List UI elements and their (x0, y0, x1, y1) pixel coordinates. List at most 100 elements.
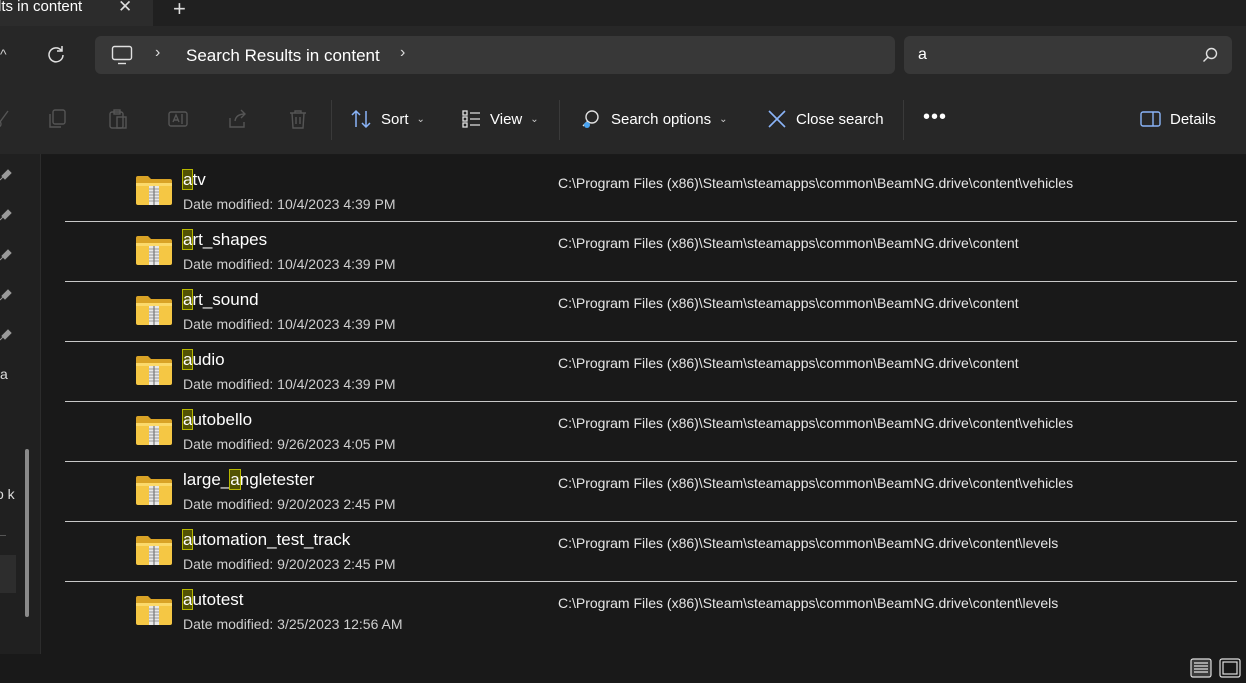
view-label: View (490, 110, 523, 128)
details-pane-button[interactable]: Details (1140, 106, 1216, 132)
list-item[interactable]: art_sound Date modified: 10/4/2023 4:39 … (65, 282, 1237, 342)
file-path: C:\Program Files (x86)\Steam\steamapps\c… (558, 475, 1074, 491)
search-input[interactable]: a (904, 36, 1232, 74)
file-name: art_sound (181, 289, 259, 310)
new-tab-button[interactable]: + (173, 0, 186, 22)
date-modified: Date modified: 9/20/2023 2:45 PM (183, 496, 395, 512)
date-modified: Date modified: 10/4/2023 4:39 PM (183, 256, 395, 272)
navigation-pane: a o k (0, 154, 41, 654)
date-modified: Date modified: 10/4/2023 4:39 PM (183, 196, 395, 212)
file-name-part: utobello (192, 410, 253, 429)
date-modified-label: Date modified: (183, 616, 274, 632)
date-modified-label: Date modified: (183, 196, 274, 212)
list-item[interactable]: atv Date modified: 10/4/2023 4:39 PM C:\… (65, 162, 1237, 222)
close-search-label: Close search (796, 110, 884, 128)
breadcrumb-chevron-icon[interactable]: › (155, 44, 160, 62)
date-modified-value: 10/4/2023 4:39 PM (277, 256, 396, 272)
zipped-folder-icon (135, 534, 173, 571)
date-modified-label: Date modified: (183, 256, 274, 272)
file-name: large_angletester (183, 469, 315, 490)
zipped-folder-icon (135, 294, 173, 331)
date-modified-value: 10/4/2023 4:39 PM (277, 376, 396, 392)
up-button[interactable]: ^ (0, 46, 7, 62)
cut-icon[interactable] (0, 108, 14, 130)
tab-strip: lts in content ✕ + (0, 0, 1246, 26)
command-bar: Sort ⌄ View ⌄ Search options ⌄ Close sea… (0, 84, 1246, 155)
pin-icon (0, 169, 12, 181)
list-item[interactable]: autotest Date modified: 3/25/2023 12:56 … (65, 582, 1237, 641)
date-modified-label: Date modified: (183, 376, 274, 392)
details-label: Details (1170, 110, 1216, 128)
file-path: C:\Program Files (x86)\Steam\steamapps\c… (558, 355, 1019, 371)
date-modified: Date modified: 10/4/2023 4:39 PM (183, 376, 395, 392)
file-list: atv Date modified: 10/4/2023 4:39 PM C:\… (65, 162, 1237, 641)
status-bar (0, 654, 1246, 682)
toolbar-separator (903, 100, 904, 140)
pin-icon (0, 209, 12, 221)
sort-button[interactable]: Sort ⌄ (350, 106, 425, 132)
nav-item-label[interactable]: o k (0, 486, 15, 502)
toolbar-separator (331, 100, 332, 140)
file-name-part: ngletester (239, 470, 315, 489)
pin-icon (0, 329, 12, 341)
sort-label: Sort (381, 110, 409, 128)
delete-icon[interactable] (287, 108, 309, 130)
file-name: art_shapes (181, 229, 268, 250)
list-item[interactable]: large_angletester Date modified: 9/20/20… (65, 462, 1237, 522)
file-name-part: utotest (192, 590, 244, 609)
chevron-down-icon: ⌄ (719, 113, 728, 125)
breadcrumb-chevron-icon[interactable]: › (400, 44, 405, 62)
file-name-part: large_ (183, 470, 231, 489)
date-modified-label: Date modified: (183, 556, 274, 572)
list-item[interactable]: autobello Date modified: 9/26/2023 4:05 … (65, 402, 1237, 462)
tab-search-results[interactable]: lts in content ✕ (0, 0, 153, 26)
address-bar[interactable]: › Search Results in content › (95, 36, 895, 74)
date-modified-value: 9/20/2023 2:45 PM (277, 496, 396, 512)
date-modified-label: Date modified: (183, 496, 274, 512)
close-search-button[interactable]: Close search (767, 106, 884, 132)
refresh-icon[interactable] (46, 44, 66, 69)
details-pane-icon (1140, 111, 1161, 127)
nav-item-label[interactable]: a (0, 366, 8, 382)
list-item[interactable]: automation_test_track Date modified: 9/2… (65, 522, 1237, 582)
share-icon[interactable] (227, 108, 249, 130)
file-name: atv (181, 169, 206, 190)
paste-icon[interactable] (107, 108, 129, 130)
date-modified: Date modified: 9/20/2023 2:45 PM (183, 556, 395, 572)
date-modified-value: 9/20/2023 2:45 PM (277, 556, 396, 572)
search-options-label: Search options (611, 110, 712, 128)
date-modified: Date modified: 3/25/2023 12:56 AM (183, 616, 403, 632)
file-name-part: tv (192, 170, 206, 189)
date-modified-value: 10/4/2023 4:39 PM (277, 316, 396, 332)
file-name-part: rt_shapes (192, 230, 268, 249)
search-icon[interactable] (1202, 47, 1218, 68)
address-row: ^ › Search Results in content › a (0, 26, 1246, 84)
tab-title: lts in content (0, 0, 83, 15)
list-item[interactable]: art_shapes Date modified: 10/4/2023 4:39… (65, 222, 1237, 282)
breadcrumb[interactable]: Search Results in content (186, 46, 380, 66)
search-options-icon (582, 110, 599, 128)
view-button[interactable]: View ⌄ (461, 106, 539, 132)
toolbar-separator (559, 100, 560, 140)
rename-icon[interactable] (167, 108, 189, 130)
more-options-button[interactable]: ••• (923, 106, 947, 129)
zipped-folder-icon (135, 594, 173, 631)
list-item[interactable]: audio Date modified: 10/4/2023 4:39 PM C… (65, 342, 1237, 402)
nav-item-selected[interactable] (0, 555, 16, 593)
nav-scrollbar[interactable] (25, 449, 29, 617)
file-path: C:\Program Files (x86)\Steam\steamapps\c… (558, 295, 1019, 311)
file-path: C:\Program Files (x86)\Steam\steamapps\c… (558, 235, 1019, 251)
zipped-folder-icon (135, 234, 173, 271)
file-path: C:\Program Files (x86)\Steam\steamapps\c… (558, 415, 1074, 431)
date-modified-label: Date modified: (183, 316, 274, 332)
large-icons-view-icon[interactable] (1219, 658, 1241, 683)
details-view-icon[interactable] (1190, 658, 1212, 683)
copy-icon[interactable] (47, 108, 69, 130)
close-icon (768, 110, 786, 128)
this-pc-icon[interactable] (111, 45, 133, 70)
date-modified-label: Date modified: (183, 436, 274, 452)
search-options-button[interactable]: Search options ⌄ (580, 106, 727, 132)
close-tab-icon[interactable]: ✕ (118, 0, 132, 17)
zipped-folder-icon (135, 414, 173, 451)
file-path: C:\Program Files (x86)\Steam\steamapps\c… (558, 175, 1074, 191)
